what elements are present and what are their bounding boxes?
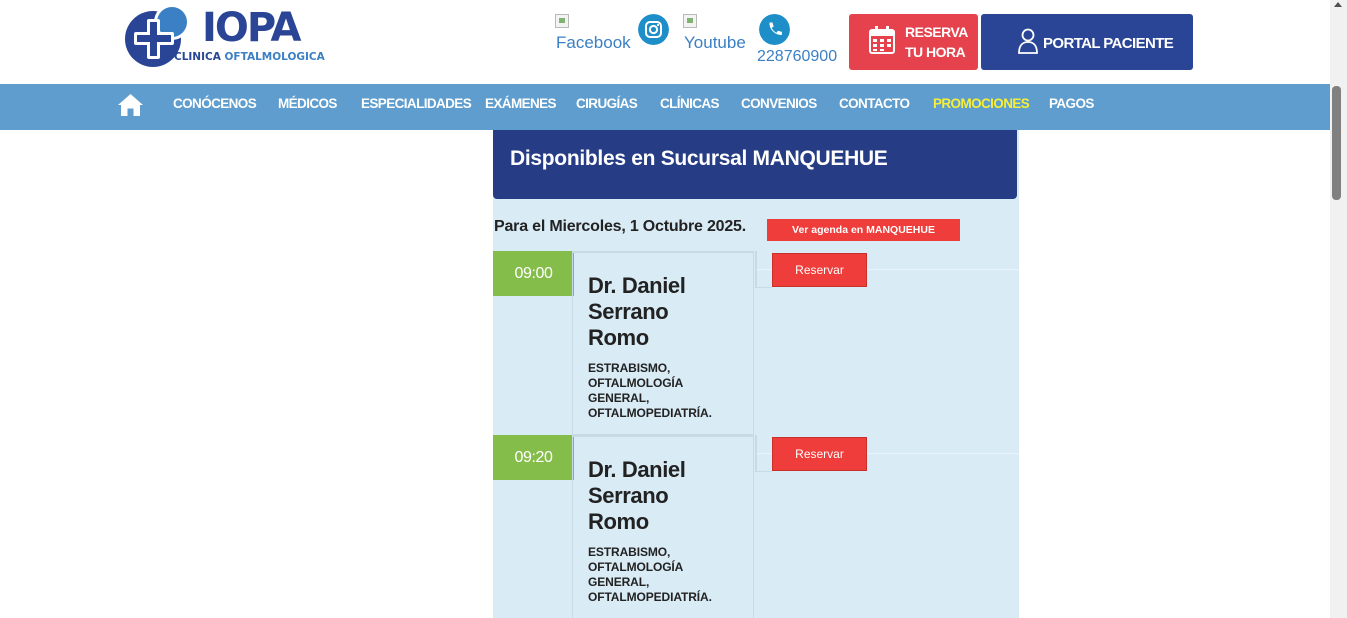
doctor-name: Dr. Daniel Serrano Romo [588, 457, 686, 534]
instagram-link[interactable] [638, 14, 670, 70]
nav-item-clinicas[interactable]: CLÍNICAS [660, 96, 720, 111]
phone-number: 228760900 [757, 48, 838, 65]
facebook-link[interactable]: Facebook [555, 14, 635, 70]
logo-subtitle: CLINICA OFTALMOLOGICA [174, 51, 325, 63]
logo-brand-text: IOPA [202, 5, 301, 51]
youtube-alt-text: Youtube [684, 33, 746, 52]
broken-image-icon [683, 14, 697, 28]
ver-agenda-button[interactable]: Ver agenda en MANQUEHUE [767, 219, 960, 241]
nav-item-conocenos[interactable]: CONÓCENOS [173, 96, 257, 111]
phone-link[interactable]: 228760900 [757, 14, 841, 70]
cell-border [755, 251, 772, 288]
nav-item-convenios[interactable]: CONVENIOS [741, 96, 817, 111]
youtube-link[interactable]: Youtube [683, 14, 753, 70]
doctor-cell: Dr. Daniel Serrano Romo ESTRABISMO, OFTA… [572, 435, 754, 618]
slot-time: 09:20 [493, 435, 574, 480]
site-header: IOPA CLINICA OFTALMOLOGICA Facebook Yout… [0, 0, 1330, 84]
home-icon[interactable] [117, 93, 144, 117]
calendar-icon [869, 26, 895, 54]
nav-item-cirugias[interactable]: CIRUGÍAS [576, 96, 638, 111]
nav-item-pagos[interactable]: PAGOS [1049, 96, 1094, 111]
nav-item-examenes[interactable]: EXÁMENES [485, 96, 557, 111]
nav-item-medicos[interactable]: MÉDICOS [278, 96, 337, 111]
panel-header: Disponibles en Sucursal MANQUEHUE [493, 130, 1017, 199]
doctor-name: Dr. Daniel Serrano Romo [588, 273, 686, 350]
panel-title: Disponibles en Sucursal MANQUEHUE [510, 147, 888, 170]
nav-item-contacto[interactable]: CONTACTO [839, 96, 910, 111]
appointment-slot: 09:20 Dr. Daniel Serrano Romo ESTRABISMO… [493, 435, 1019, 618]
page-scrollbar[interactable] [1330, 0, 1347, 618]
nav-item-promociones[interactable]: PROMOCIONES [933, 96, 1030, 111]
reserva-tu-hora-button[interactable]: RESERVA TU HORA [849, 14, 978, 70]
reserva-label: RESERVA TU HORA [905, 24, 968, 60]
cell-border [755, 435, 772, 472]
availability-date: Para el Miercoles, 1 Octubre 2025. [494, 218, 747, 235]
instagram-icon [638, 14, 669, 45]
doctor-specialties: ESTRABISMO, OFTALMOLOGÍA GENERAL, OFTALM… [588, 361, 712, 420]
facebook-alt-text: Facebook [556, 33, 631, 52]
scrollbar-thumb[interactable] [1332, 86, 1341, 200]
portal-paciente-button[interactable]: PORTAL PACIENTE [981, 14, 1193, 70]
nav-item-especialidades[interactable]: ESPECIALIDADES [361, 96, 472, 111]
appointment-slot: 09:00 Dr. Daniel Serrano Romo ESTRABISMO… [493, 251, 1019, 435]
phone-icon [759, 14, 790, 45]
broken-image-icon [555, 14, 569, 28]
doctor-specialties: ESTRABISMO, OFTALMOLOGÍA GENERAL, OFTALM… [588, 545, 712, 604]
iopa-logo[interactable]: IOPA CLINICA OFTALMOLOGICA [122, 2, 344, 68]
reservar-button[interactable]: Reservar [772, 437, 867, 471]
main-nav: CONÓCENOS MÉDICOS ESPECIALIDADES EXÁMENE… [0, 84, 1330, 130]
slot-time: 09:00 [493, 251, 574, 296]
reservar-button[interactable]: Reservar [772, 253, 867, 287]
doctor-cell: Dr. Daniel Serrano Romo ESTRABISMO, OFTA… [572, 251, 754, 435]
user-icon [1018, 28, 1038, 54]
scroll-up-arrow-icon[interactable] [1334, 2, 1342, 7]
portal-label: PORTAL PACIENTE [1043, 35, 1174, 52]
